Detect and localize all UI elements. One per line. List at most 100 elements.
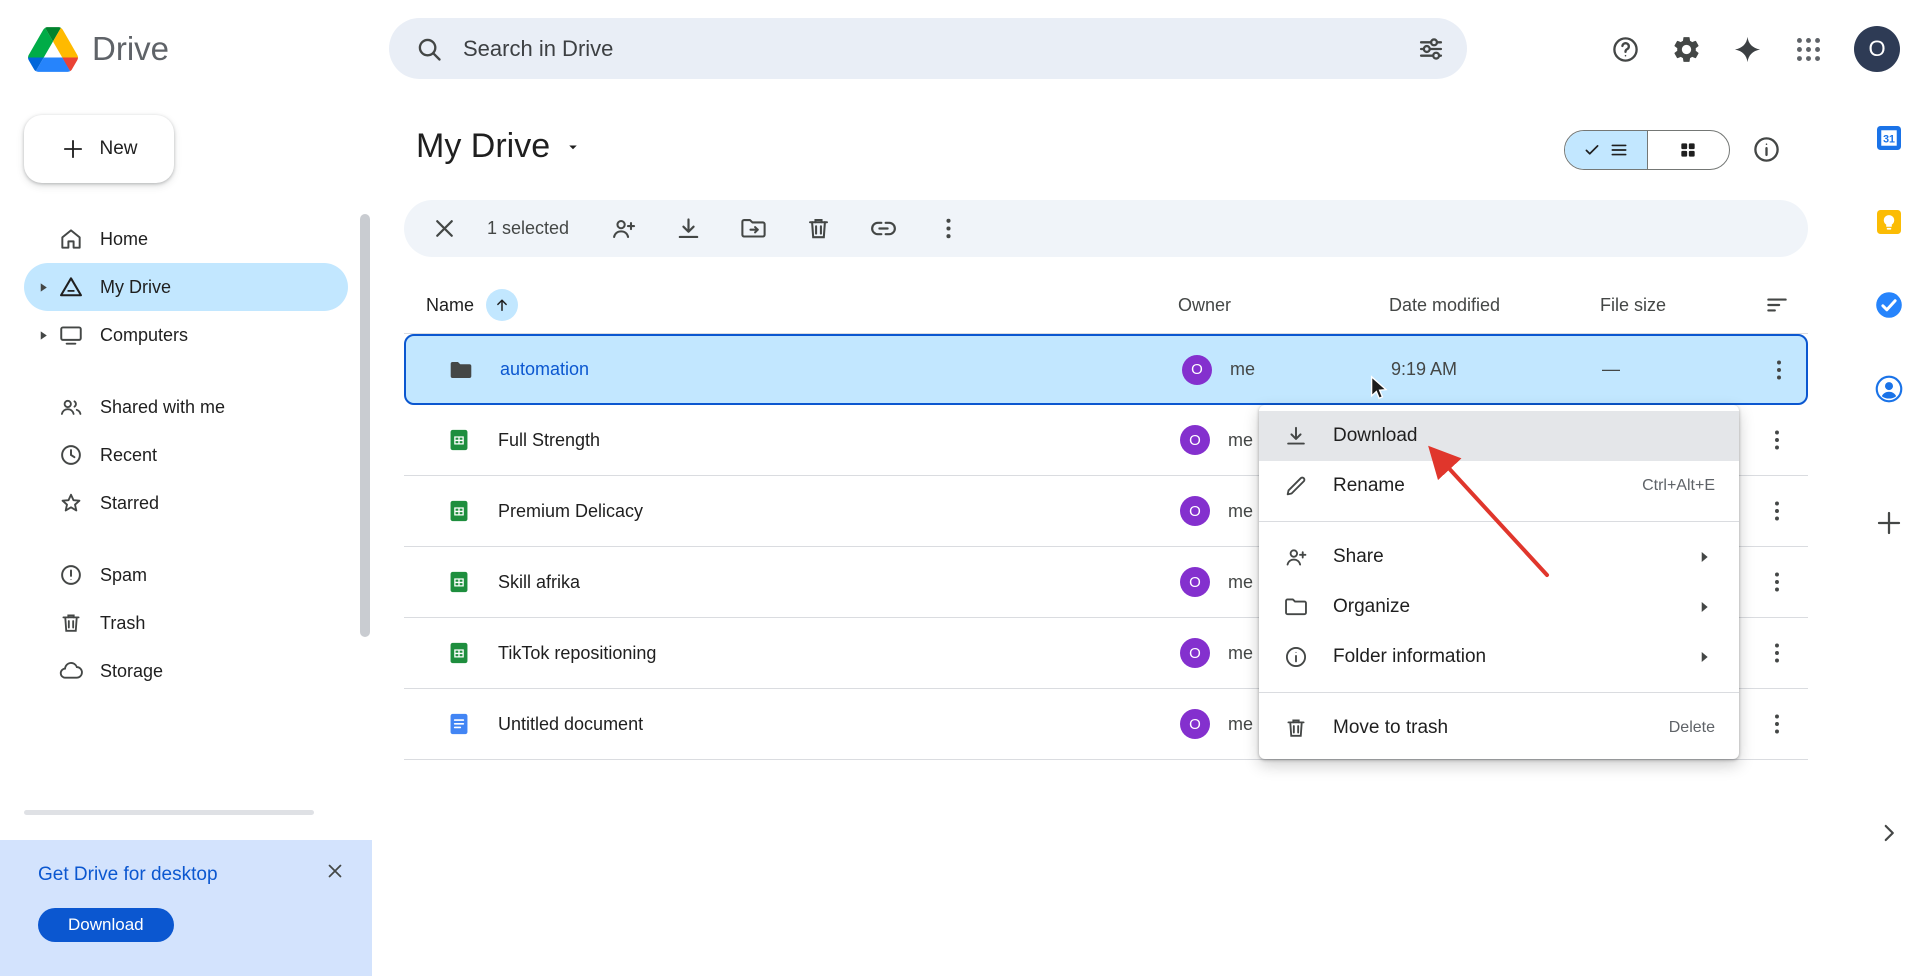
storage-progress-bar xyxy=(24,810,314,815)
page-title: My Drive xyxy=(416,127,550,166)
my-drive-icon xyxy=(58,274,84,300)
menu-divider xyxy=(1259,521,1739,522)
grid-view-button[interactable] xyxy=(1647,131,1730,169)
add-addon-plus-icon[interactable] xyxy=(1873,507,1905,539)
sheets-icon xyxy=(446,498,472,524)
column-header-size[interactable]: File size xyxy=(1600,295,1746,316)
app-title: Drive xyxy=(92,30,169,68)
recent-icon xyxy=(58,442,84,468)
move-to-folder-icon[interactable] xyxy=(739,214,768,243)
gemini-spark-icon[interactable] xyxy=(1732,34,1763,65)
drive-brand[interactable]: Drive xyxy=(28,0,169,98)
sidebar-item-trash[interactable]: Trash xyxy=(24,599,348,647)
owner-name: me xyxy=(1228,501,1253,522)
sidebar-item-computers[interactable]: Computers xyxy=(24,311,348,359)
sidebar-item-home[interactable]: Home xyxy=(24,215,348,263)
details-info-icon[interactable] xyxy=(1751,134,1782,165)
starred-icon xyxy=(58,490,84,516)
sidebar-item-label: Recent xyxy=(100,445,157,466)
sidebar-item-label: Home xyxy=(100,229,148,250)
expand-caret-icon[interactable] xyxy=(30,282,56,293)
trash-icon[interactable] xyxy=(804,214,833,243)
sidebar-item-storage[interactable]: Storage xyxy=(24,647,348,695)
share-icon xyxy=(1283,544,1309,570)
storage-icon xyxy=(58,658,84,684)
menu-item-rename[interactable]: RenameCtrl+Alt+E xyxy=(1259,461,1739,511)
new-button[interactable]: New xyxy=(24,115,174,183)
owner-name: me xyxy=(1228,714,1253,735)
show-side-panel-chevron-icon[interactable] xyxy=(1876,820,1902,846)
sidebar-item-label: My Drive xyxy=(100,277,171,298)
file-name: Full Strength xyxy=(498,430,600,451)
clear-selection-icon[interactable] xyxy=(430,214,459,243)
more-vert-icon[interactable] xyxy=(1765,356,1793,384)
toolbar-more-icon[interactable] xyxy=(934,214,963,243)
menu-item-label: Share xyxy=(1333,546,1384,568)
owner-avatar: O xyxy=(1180,638,1210,668)
file-size: — xyxy=(1602,359,1748,380)
search-icon[interactable] xyxy=(415,35,443,63)
sidebar-item-starred[interactable]: Starred xyxy=(24,479,348,527)
sort-options-icon[interactable] xyxy=(1764,292,1790,318)
column-header-modified[interactable]: Date modified xyxy=(1389,295,1600,316)
sidebar-item-label: Trash xyxy=(100,613,145,634)
left-sidebar: New Home My Drive Computers Shared with me R… xyxy=(0,98,372,878)
sidebar-item-shared-with-me[interactable]: Shared with me xyxy=(24,383,348,431)
more-vert-icon[interactable] xyxy=(1763,639,1791,667)
search-input[interactable] xyxy=(463,18,1417,79)
sidebar-item-recent[interactable]: Recent xyxy=(24,431,348,479)
menu-item-label: Folder information xyxy=(1333,646,1486,668)
new-button-label: New xyxy=(99,138,137,160)
menu-item-label: Rename xyxy=(1333,475,1405,497)
caret-down-icon xyxy=(564,138,582,156)
menu-item-move-to-trash[interactable]: Move to trashDelete xyxy=(1259,703,1739,753)
download-icon[interactable] xyxy=(674,214,703,243)
more-vert-icon[interactable] xyxy=(1763,568,1791,596)
more-vert-icon[interactable] xyxy=(1763,426,1791,454)
shared-icon xyxy=(58,394,84,420)
account-avatar[interactable]: O xyxy=(1854,26,1900,72)
sort-ascending-icon[interactable] xyxy=(486,289,518,321)
sidebar-item-spam[interactable]: Spam xyxy=(24,551,348,599)
column-header-name[interactable]: Name xyxy=(426,295,474,316)
help-icon[interactable] xyxy=(1610,34,1641,65)
file-row-automation[interactable]: automationOme9:19 AM— xyxy=(404,334,1808,405)
my-drive-title-dropdown[interactable]: My Drive xyxy=(416,127,582,166)
copy-link-icon[interactable] xyxy=(869,214,898,243)
menu-shortcut: Delete xyxy=(1669,719,1715,737)
sidebar-nav: Home My Drive Computers Shared with me Recen… xyxy=(0,215,372,695)
search-bar[interactable] xyxy=(389,18,1467,79)
contacts-icon[interactable] xyxy=(1873,373,1905,405)
menu-item-organize[interactable]: Organize xyxy=(1259,582,1739,632)
menu-item-folder-information[interactable]: Folder information xyxy=(1259,632,1739,682)
list-view-icon xyxy=(1609,140,1629,160)
file-name: TikTok repositioning xyxy=(498,643,656,664)
sidebar-item-my-drive[interactable]: My Drive xyxy=(24,263,348,311)
settings-gear-icon[interactable] xyxy=(1671,34,1702,65)
sidebar-scrollbar[interactable] xyxy=(360,214,370,637)
menu-item-share[interactable]: Share xyxy=(1259,532,1739,582)
owner-avatar: O xyxy=(1182,355,1212,385)
expand-caret-icon[interactable] xyxy=(30,330,56,341)
tasks-icon[interactable] xyxy=(1873,289,1905,321)
share-person-add-icon[interactable] xyxy=(609,214,638,243)
more-vert-icon[interactable] xyxy=(1763,710,1791,738)
column-header-owner[interactable]: Owner xyxy=(1178,295,1389,316)
menu-item-download[interactable]: Download xyxy=(1259,411,1739,461)
more-vert-icon[interactable] xyxy=(1763,497,1791,525)
list-view-button[interactable] xyxy=(1565,131,1647,169)
topbar-actions: O xyxy=(1610,0,1900,98)
owner-name: me xyxy=(1228,643,1253,664)
calendar-icon[interactable]: 31 xyxy=(1873,122,1905,154)
google-apps-grid-icon[interactable] xyxy=(1793,34,1824,65)
promo-download-button[interactable]: Download xyxy=(38,908,174,942)
sheets-icon xyxy=(446,569,472,595)
check-icon xyxy=(1583,141,1601,159)
submenu-arrow-icon xyxy=(1693,646,1715,668)
sidebar-item-label: Starred xyxy=(100,493,159,514)
search-options-tune-icon[interactable] xyxy=(1417,35,1445,63)
keep-icon[interactable] xyxy=(1873,206,1905,238)
trash-icon xyxy=(58,610,84,636)
promo-close-icon[interactable] xyxy=(324,860,346,882)
sidebar-item-label: Storage xyxy=(100,661,163,682)
